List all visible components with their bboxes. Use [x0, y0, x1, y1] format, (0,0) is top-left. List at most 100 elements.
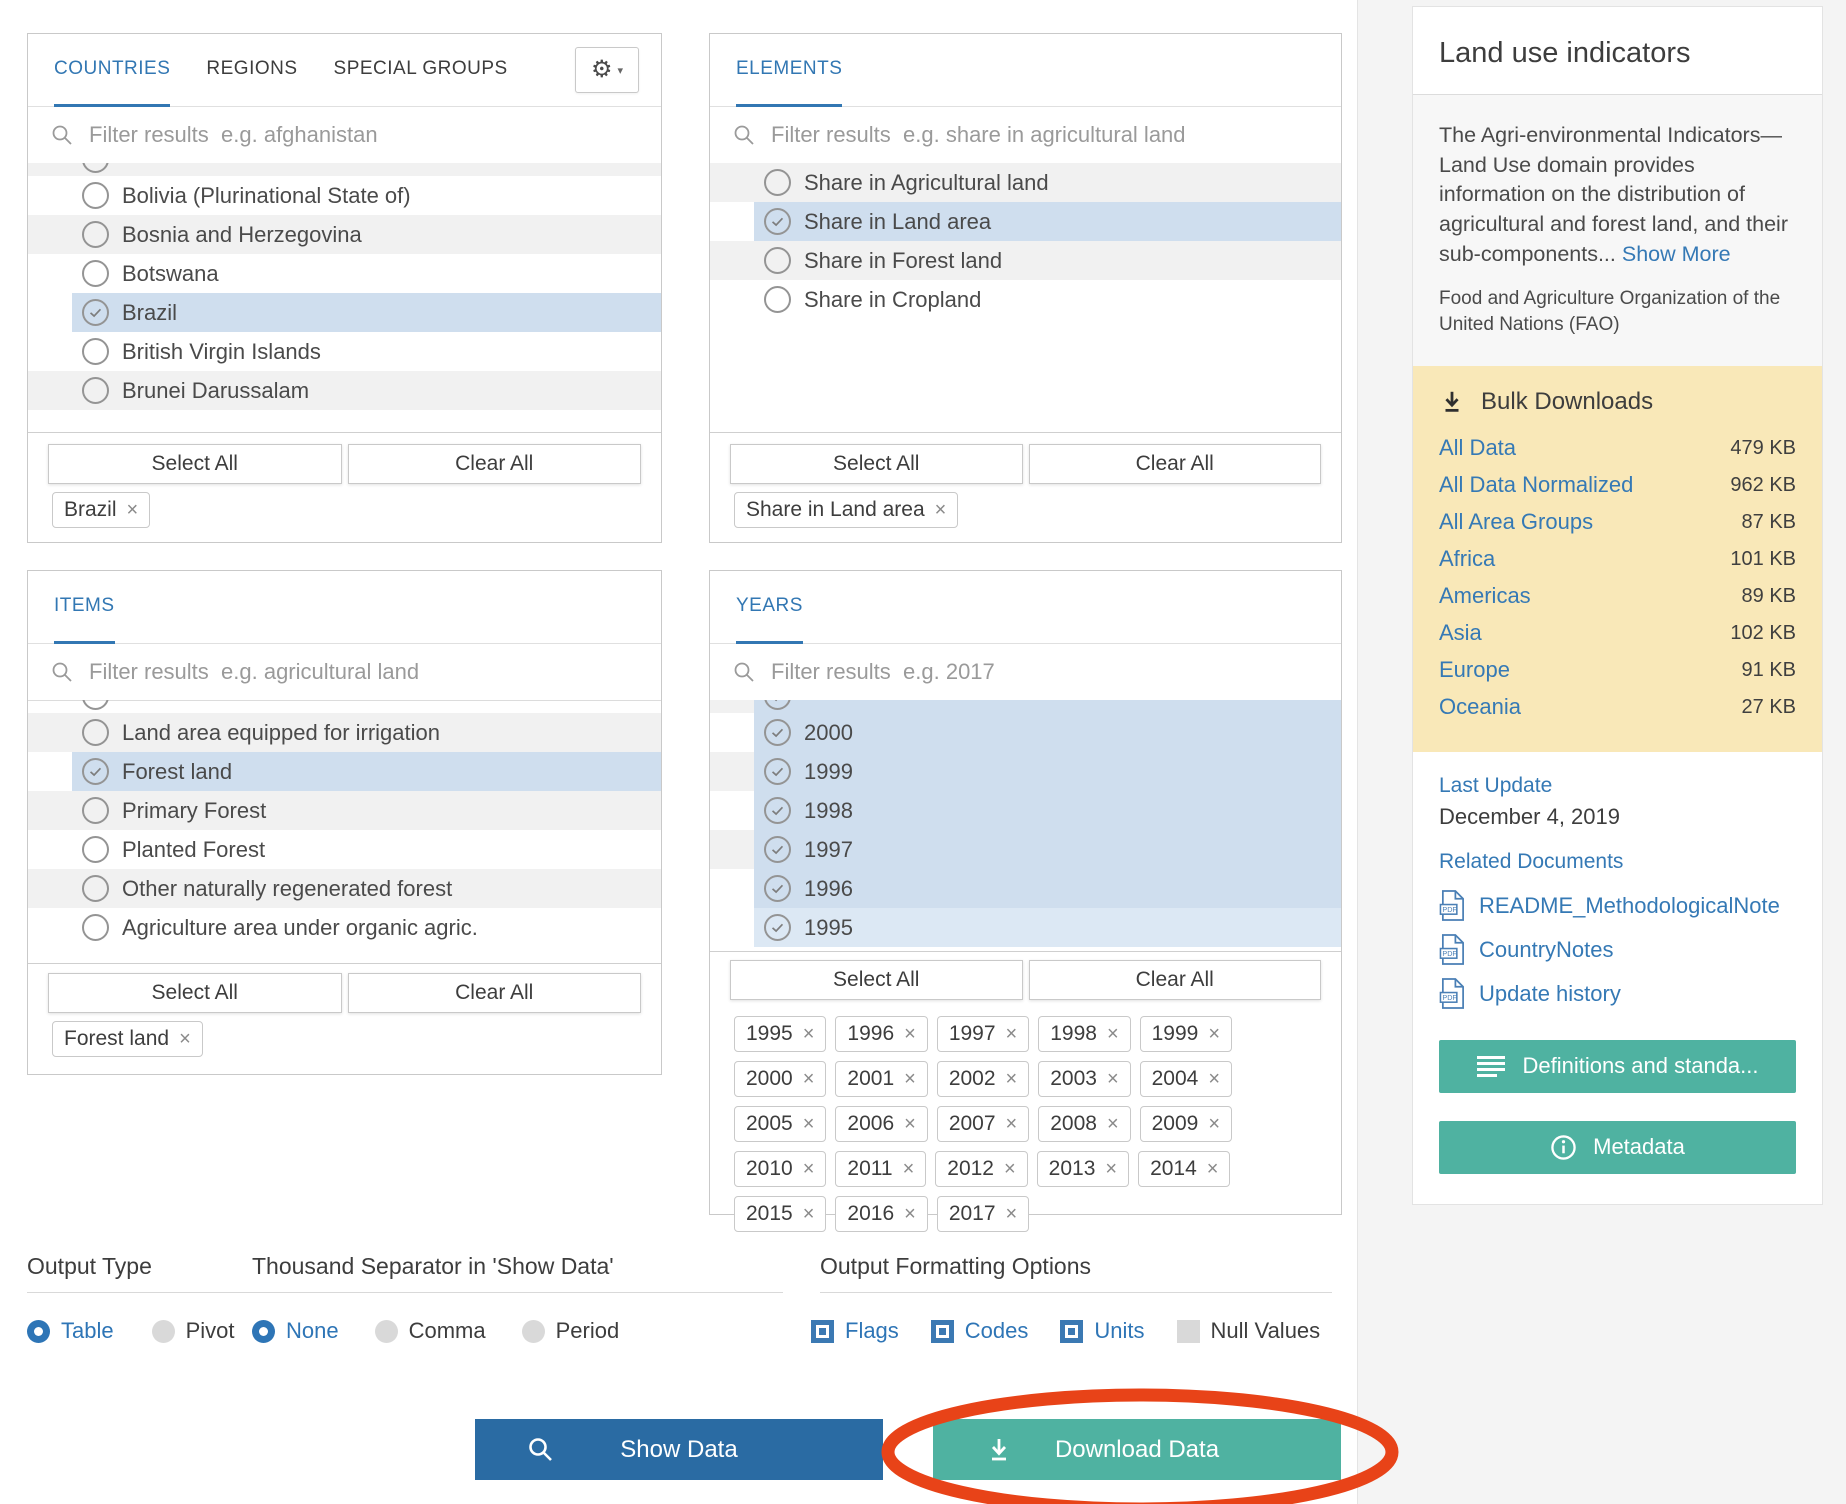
tab-items[interactable]: ITEMS [54, 571, 115, 644]
bulk-download-link[interactable]: All Data [1439, 435, 1516, 461]
countries-clear-all-button[interactable]: Clear All [348, 444, 642, 484]
selection-tag[interactable]: 2008× [1038, 1106, 1130, 1142]
list-item[interactable] [28, 700, 661, 713]
show-more-link[interactable]: Show More [1622, 242, 1731, 266]
selection-tag[interactable]: 1998× [1038, 1016, 1130, 1052]
selection-tag[interactable]: 1996× [835, 1016, 927, 1052]
list-item[interactable]: Brazil [28, 293, 661, 332]
remove-icon[interactable]: × [803, 1068, 815, 1091]
items-filter-input[interactable] [87, 658, 639, 686]
elements-clear-all-button[interactable]: Clear All [1029, 444, 1322, 484]
bulk-download-link[interactable]: Europe [1439, 657, 1510, 683]
tab-elements[interactable]: ELEMENTS [736, 34, 842, 107]
elements-select-all-button[interactable]: Select All [730, 444, 1023, 484]
list-item[interactable]: Other naturally regenerated forest [28, 869, 661, 908]
list-item[interactable]: Share in Forest land [710, 241, 1341, 280]
tab-years[interactable]: YEARS [736, 571, 803, 644]
selection-tag[interactable]: 2003× [1038, 1061, 1130, 1097]
remove-icon[interactable]: × [903, 1158, 915, 1181]
selection-tag[interactable]: Forest land× [52, 1021, 203, 1057]
bulk-download-link[interactable]: Asia [1439, 620, 1482, 646]
selection-tag[interactable]: 2014× [1138, 1151, 1230, 1187]
list-item[interactable]: 2000 [710, 713, 1341, 752]
selection-tag[interactable]: 2004× [1140, 1061, 1232, 1097]
download-data-button[interactable]: Download Data [933, 1419, 1341, 1480]
bulk-download-link[interactable]: Oceania [1439, 694, 1521, 720]
settings-gear-button[interactable]: ⚙ ▾ [575, 47, 639, 93]
list-item[interactable]: 1997 [710, 830, 1341, 869]
remove-icon[interactable]: × [803, 1113, 815, 1136]
remove-icon[interactable]: × [904, 1023, 916, 1046]
years-select-all-button[interactable]: Select All [730, 960, 1023, 1000]
tab-countries[interactable]: COUNTRIES [54, 34, 170, 107]
list-item[interactable]: Agriculture area under organic agric. [28, 908, 661, 947]
list-item[interactable]: 1995 [710, 908, 1341, 947]
list-item[interactable] [28, 163, 661, 176]
countries-filter-input[interactable] [87, 121, 639, 149]
selection-tag[interactable]: Brazil× [52, 492, 150, 528]
list-item[interactable]: Share in Land area [710, 202, 1341, 241]
list-item[interactable]: 1999 [710, 752, 1341, 791]
bulk-download-link[interactable]: All Area Groups [1439, 509, 1593, 535]
remove-icon[interactable]: × [904, 1068, 916, 1091]
list-item[interactable]: Forest land [28, 752, 661, 791]
checkbox-flags[interactable]: Flags [811, 1318, 899, 1344]
bulk-download-link[interactable]: All Data Normalized [1439, 472, 1633, 498]
remove-icon[interactable]: × [1105, 1158, 1117, 1181]
remove-icon[interactable]: × [127, 499, 139, 522]
checkbox-null-values[interactable]: Null Values [1177, 1318, 1321, 1344]
remove-icon[interactable]: × [803, 1023, 815, 1046]
metadata-button[interactable]: Metadata [1439, 1121, 1796, 1174]
selection-tag[interactable]: 2002× [937, 1061, 1029, 1097]
remove-icon[interactable]: × [1004, 1158, 1016, 1181]
tab-regions[interactable]: REGIONS [206, 34, 297, 107]
selection-tag[interactable]: 2005× [734, 1106, 826, 1142]
items-clear-all-button[interactable]: Clear All [348, 973, 642, 1013]
remove-icon[interactable]: × [935, 499, 947, 522]
selection-tag[interactable]: 2016× [835, 1196, 927, 1232]
list-item[interactable]: Share in Agricultural land [710, 163, 1341, 202]
remove-icon[interactable]: × [803, 1203, 815, 1226]
items-select-all-button[interactable]: Select All [48, 973, 342, 1013]
document-link-row[interactable]: PDFCountryNotes [1439, 928, 1796, 972]
remove-icon[interactable]: × [904, 1113, 916, 1136]
years-filter-input[interactable] [769, 658, 1319, 686]
bulk-download-link[interactable]: Africa [1439, 546, 1495, 572]
years-clear-all-button[interactable]: Clear All [1029, 960, 1322, 1000]
list-item[interactable]: Planted Forest [28, 830, 661, 869]
remove-icon[interactable]: × [1207, 1158, 1219, 1181]
list-item[interactable]: 1998 [710, 791, 1341, 830]
selection-tag[interactable]: 2001× [835, 1061, 927, 1097]
radio-none[interactable]: None [252, 1318, 339, 1344]
remove-icon[interactable]: × [1006, 1203, 1018, 1226]
document-link[interactable]: README_MethodologicalNote [1479, 893, 1780, 919]
selection-tag[interactable]: 2017× [937, 1196, 1029, 1232]
radio-pivot[interactable]: Pivot [152, 1318, 235, 1344]
show-data-button[interactable]: Show Data [475, 1419, 883, 1480]
selection-tag[interactable]: 2007× [937, 1106, 1029, 1142]
remove-icon[interactable]: × [1107, 1068, 1119, 1091]
remove-icon[interactable]: × [1006, 1023, 1018, 1046]
radio-period[interactable]: Period [522, 1318, 620, 1344]
remove-icon[interactable]: × [1006, 1068, 1018, 1091]
list-item[interactable]: Share in Cropland [710, 280, 1341, 319]
list-item[interactable]: British Virgin Islands [28, 332, 661, 371]
remove-icon[interactable]: × [1208, 1068, 1220, 1091]
selection-tag[interactable]: 2011× [835, 1151, 926, 1187]
list-item[interactable]: Brunei Darussalam [28, 371, 661, 410]
remove-icon[interactable]: × [1006, 1113, 1018, 1136]
selection-tag[interactable]: 1999× [1140, 1016, 1232, 1052]
selection-tag[interactable]: 2015× [734, 1196, 826, 1232]
remove-icon[interactable]: × [1208, 1113, 1220, 1136]
elements-filter-input[interactable] [769, 121, 1319, 149]
remove-icon[interactable]: × [179, 1028, 191, 1051]
selection-tag[interactable]: 2013× [1037, 1151, 1129, 1187]
radio-comma[interactable]: Comma [375, 1318, 486, 1344]
tab-special-groups[interactable]: SPECIAL GROUPS [334, 34, 508, 107]
remove-icon[interactable]: × [1107, 1113, 1119, 1136]
list-item[interactable] [710, 700, 1341, 713]
list-item[interactable]: Botswana [28, 254, 661, 293]
selection-tag[interactable]: 2009× [1140, 1106, 1232, 1142]
definitions-and-standards-button[interactable]: Definitions and standa... [1439, 1040, 1796, 1093]
remove-icon[interactable]: × [1208, 1023, 1220, 1046]
